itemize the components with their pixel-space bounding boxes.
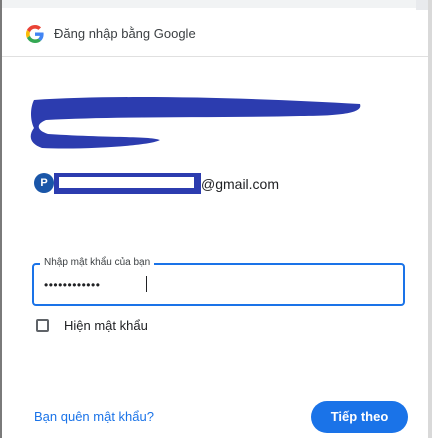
password-input[interactable]: ••••••••••••: [44, 278, 100, 292]
redaction-scribble: [30, 97, 361, 149]
email-redaction-inner: [59, 177, 194, 188]
show-password-label[interactable]: Hiện mật khẩu: [64, 318, 148, 333]
forgot-password-link[interactable]: Bạn quên mật khẩu?: [34, 409, 154, 424]
account-chip[interactable]: P @gmail.com: [34, 173, 334, 195]
avatar: P: [34, 173, 54, 193]
text-caret: [146, 276, 147, 292]
next-button[interactable]: Tiếp theo: [311, 401, 408, 433]
password-label: Nhập mật khẩu của bạn: [40, 257, 155, 268]
show-password-row[interactable]: Hiện mật khẩu: [36, 317, 236, 337]
show-password-checkbox[interactable]: [36, 319, 49, 332]
email-redaction: [54, 173, 201, 194]
email-domain: @gmail.com: [201, 176, 280, 192]
password-field[interactable]: Nhập mật khẩu của bạn ••••••••••••: [32, 257, 405, 306]
